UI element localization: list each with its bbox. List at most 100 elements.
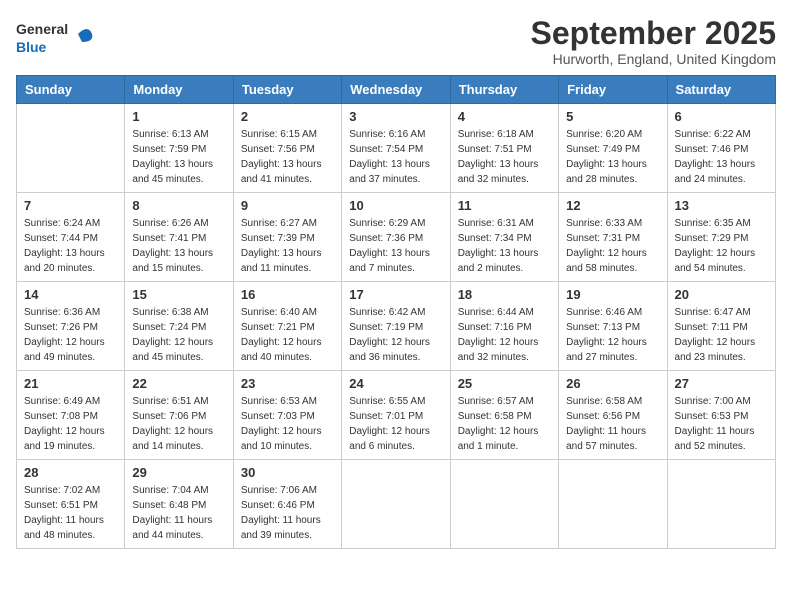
day-number: 4 [458, 109, 551, 124]
day-number: 11 [458, 198, 551, 213]
day-number: 17 [349, 287, 442, 302]
calendar-cell: 27 Sunrise: 7:00 AMSunset: 6:53 PMDayligh… [667, 371, 775, 460]
day-info: Sunrise: 7:00 AMSunset: 6:53 PMDaylight:… [675, 394, 768, 454]
day-number: 25 [458, 376, 551, 391]
svg-text:Blue: Blue [16, 39, 47, 55]
calendar-week-2: 7Sunrise: 6:24 AMSunset: 7:44 PMDaylight… [17, 193, 776, 282]
calendar-cell: 19 Sunrise: 6:46 AMSunset: 7:13 PMDayligh… [559, 282, 667, 371]
calendar-cell: 1 Sunrise: 6:13 AMSunset: 7:59 PMDaylight… [125, 104, 233, 193]
day-number: 18 [458, 287, 551, 302]
day-number: 5 [566, 109, 659, 124]
day-number: 2 [241, 109, 334, 124]
day-number: 10 [349, 198, 442, 213]
day-info: Sunrise: 6:58 AMSunset: 6:56 PMDaylight:… [566, 394, 659, 454]
day-header-sunday: Sunday [17, 76, 125, 104]
calendar-cell: 30 Sunrise: 7:06 AMSunset: 6:46 PMDayligh… [233, 460, 341, 549]
calendar-cell: 18 Sunrise: 6:44 AMSunset: 7:16 PMDayligh… [450, 282, 558, 371]
day-number: 28 [24, 465, 117, 480]
calendar-cell [667, 460, 775, 549]
day-info: Sunrise: 6:57 AMSunset: 6:58 PMDaylight:… [458, 394, 551, 454]
calendar-cell: 23 Sunrise: 6:53 AMSunset: 7:03 PMDayligh… [233, 371, 341, 460]
day-info: Sunrise: 6:16 AMSunset: 7:54 PMDaylight:… [349, 127, 442, 187]
calendar-cell: 21Sunrise: 6:49 AMSunset: 7:08 PMDayligh… [17, 371, 125, 460]
calendar-cell [450, 460, 558, 549]
day-number: 14 [24, 287, 117, 302]
day-number: 27 [675, 376, 768, 391]
day-info: Sunrise: 6:35 AMSunset: 7:29 PMDaylight:… [675, 216, 768, 276]
day-number: 15 [132, 287, 225, 302]
day-info: Sunrise: 6:20 AMSunset: 7:49 PMDaylight:… [566, 127, 659, 187]
calendar-cell: 16Sunrise: 6:40 AMSunset: 7:21 PMDayligh… [233, 282, 341, 371]
calendar-cell: 11 Sunrise: 6:31 AMSunset: 7:34 PMDayligh… [450, 193, 558, 282]
day-info: Sunrise: 6:53 AMSunset: 7:03 PMDaylight:… [241, 394, 334, 454]
day-number: 1 [132, 109, 225, 124]
calendar-cell [559, 460, 667, 549]
day-number: 22 [132, 376, 225, 391]
day-info: Sunrise: 6:49 AMSunset: 7:08 PMDaylight:… [24, 394, 117, 454]
calendar-cell: 14 Sunrise: 6:36 AMSunset: 7:26 PMDayligh… [17, 282, 125, 371]
calendar-week-5: 28 Sunrise: 7:02 AMSunset: 6:51 PMDayligh… [17, 460, 776, 549]
day-number: 12 [566, 198, 659, 213]
day-header-saturday: Saturday [667, 76, 775, 104]
day-number: 24 [349, 376, 442, 391]
calendar-cell: 22Sunrise: 6:51 AMSunset: 7:06 PMDayligh… [125, 371, 233, 460]
day-info: Sunrise: 6:24 AMSunset: 7:44 PMDaylight:… [24, 216, 117, 276]
day-info: Sunrise: 6:18 AMSunset: 7:51 PMDaylight:… [458, 127, 551, 187]
day-number: 23 [241, 376, 334, 391]
day-info: Sunrise: 6:27 AMSunset: 7:39 PMDaylight:… [241, 216, 334, 276]
day-number: 30 [241, 465, 334, 480]
day-info: Sunrise: 6:13 AMSunset: 7:59 PMDaylight:… [132, 127, 225, 187]
page-header: General Blue September 2025 Hurworth, En… [16, 16, 776, 67]
generalblue-logo: General Blue [16, 16, 96, 60]
day-number: 29 [132, 465, 225, 480]
day-info: Sunrise: 6:15 AMSunset: 7:56 PMDaylight:… [241, 127, 334, 187]
calendar-table: SundayMondayTuesdayWednesdayThursdayFrid… [16, 75, 776, 549]
calendar-cell: 2 Sunrise: 6:15 AMSunset: 7:56 PMDaylight… [233, 104, 341, 193]
day-number: 6 [675, 109, 768, 124]
calendar-week-1: 1 Sunrise: 6:13 AMSunset: 7:59 PMDaylight… [17, 104, 776, 193]
day-header-wednesday: Wednesday [342, 76, 450, 104]
calendar-week-3: 14 Sunrise: 6:36 AMSunset: 7:26 PMDayligh… [17, 282, 776, 371]
day-info: Sunrise: 6:55 AMSunset: 7:01 PMDaylight:… [349, 394, 442, 454]
calendar-cell: 12 Sunrise: 6:33 AMSunset: 7:31 PMDayligh… [559, 193, 667, 282]
day-info: Sunrise: 7:06 AMSunset: 6:46 PMDaylight:… [241, 483, 334, 543]
day-number: 3 [349, 109, 442, 124]
day-info: Sunrise: 6:31 AMSunset: 7:34 PMDaylight:… [458, 216, 551, 276]
day-info: Sunrise: 6:44 AMSunset: 7:16 PMDaylight:… [458, 305, 551, 365]
calendar-cell: 5 Sunrise: 6:20 AMSunset: 7:49 PMDaylight… [559, 104, 667, 193]
day-number: 19 [566, 287, 659, 302]
calendar-cell: 15Sunrise: 6:38 AMSunset: 7:24 PMDayligh… [125, 282, 233, 371]
day-header-monday: Monday [125, 76, 233, 104]
day-number: 13 [675, 198, 768, 213]
logo: General Blue [16, 16, 96, 60]
calendar-header-row: SundayMondayTuesdayWednesdayThursdayFrid… [17, 76, 776, 104]
day-number: 20 [675, 287, 768, 302]
calendar-cell: 9 Sunrise: 6:27 AMSunset: 7:39 PMDaylight… [233, 193, 341, 282]
calendar-cell: 28 Sunrise: 7:02 AMSunset: 6:51 PMDayligh… [17, 460, 125, 549]
month-title: September 2025 [531, 16, 776, 51]
day-info: Sunrise: 6:46 AMSunset: 7:13 PMDaylight:… [566, 305, 659, 365]
calendar-cell: 7Sunrise: 6:24 AMSunset: 7:44 PMDaylight… [17, 193, 125, 282]
day-info: Sunrise: 7:02 AMSunset: 6:51 PMDaylight:… [24, 483, 117, 543]
day-number: 26 [566, 376, 659, 391]
title-block: September 2025 Hurworth, England, United… [531, 16, 776, 67]
calendar-cell: 26 Sunrise: 6:58 AMSunset: 6:56 PMDayligh… [559, 371, 667, 460]
day-number: 9 [241, 198, 334, 213]
day-info: Sunrise: 6:33 AMSunset: 7:31 PMDaylight:… [566, 216, 659, 276]
calendar-cell [342, 460, 450, 549]
calendar-cell: 17 Sunrise: 6:42 AMSunset: 7:19 PMDayligh… [342, 282, 450, 371]
day-info: Sunrise: 6:40 AMSunset: 7:21 PMDaylight:… [241, 305, 334, 365]
calendar-cell: 13 Sunrise: 6:35 AMSunset: 7:29 PMDayligh… [667, 193, 775, 282]
svg-text:General: General [16, 21, 68, 37]
day-info: Sunrise: 6:36 AMSunset: 7:26 PMDaylight:… [24, 305, 117, 365]
day-info: Sunrise: 6:47 AMSunset: 7:11 PMDaylight:… [675, 305, 768, 365]
calendar-week-4: 21Sunrise: 6:49 AMSunset: 7:08 PMDayligh… [17, 371, 776, 460]
calendar-cell: 29Sunrise: 7:04 AMSunset: 6:48 PMDayligh… [125, 460, 233, 549]
location: Hurworth, England, United Kingdom [531, 51, 776, 67]
day-header-tuesday: Tuesday [233, 76, 341, 104]
day-info: Sunrise: 6:29 AMSunset: 7:36 PMDaylight:… [349, 216, 442, 276]
calendar-cell: 6Sunrise: 6:22 AMSunset: 7:46 PMDaylight… [667, 104, 775, 193]
day-info: Sunrise: 6:42 AMSunset: 7:19 PMDaylight:… [349, 305, 442, 365]
day-header-thursday: Thursday [450, 76, 558, 104]
day-number: 8 [132, 198, 225, 213]
